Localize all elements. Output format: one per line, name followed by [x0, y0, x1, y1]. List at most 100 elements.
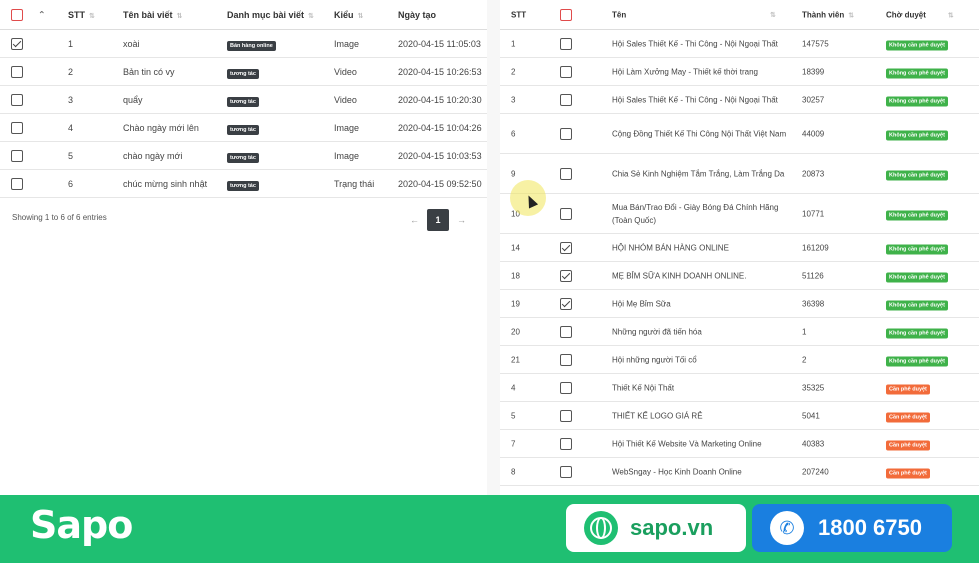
table-row[interactable]: 4 Thiết Kế Nội Thất 35325 Cần phê duyệt	[500, 374, 979, 402]
group-name[interactable]: WebSngay - Học Kinh Doanh Online	[612, 465, 787, 478]
row-stt: 2	[68, 66, 74, 77]
approval-status-badge: Không cần phê duyệt	[886, 68, 948, 78]
table-row[interactable]: 7 Hội Thiết Kế Website Và Marketing Onlin…	[500, 430, 979, 458]
row-checkbox[interactable]	[560, 93, 572, 106]
row-checkbox[interactable]	[11, 177, 23, 190]
screen: ⌃ STT ⇅ Tên bài viết ⇅ Danh mục bài viết ⇅ …	[0, 0, 979, 563]
row-stt: 7	[511, 439, 516, 448]
table-row[interactable]: 1 Hội Sales Thiết Kế - Thi Công - Nội Ngo…	[500, 30, 979, 58]
member-count: 18399	[802, 67, 825, 76]
row-checkbox[interactable]	[560, 381, 572, 394]
table-row[interactable]: 10 Mua Bán/Trao Đổi - Giày Bóng Đá Chính …	[500, 194, 979, 234]
sort-asc-icon[interactable]: ⌃	[38, 9, 46, 20]
row-date: 2020-04-15 10:04:26	[398, 122, 482, 133]
table-row[interactable]: 3 quẩy tương tác Video 2020-04-15 10:20:30	[0, 86, 487, 114]
groups-table-panel: STT Tên ⇅ Thành viên ⇅ Chờ duyệt ⇅ 1 Hội Sa…	[500, 0, 979, 495]
group-name[interactable]: Hội những người Tối cổ	[612, 353, 787, 366]
group-name[interactable]: HỘI NHÓM BÁN HÀNG ONLINE	[612, 241, 787, 254]
next-page-button[interactable]: →	[457, 215, 466, 225]
table-row[interactable]: 9 Chia Sẻ Kinh Nghiệm Tắm Trắng, Làm Trắn…	[500, 154, 979, 194]
group-name[interactable]: THIẾT KẾ LOGO GIÁ RẺ	[612, 409, 787, 422]
group-name[interactable]: Hội Sales Thiết Kế - Thi Công - Nội Ngoạ…	[612, 93, 787, 106]
table-row[interactable]: 5 THIẾT KẾ LOGO GIÁ RẺ 5041 Cần phê duyệt	[500, 402, 979, 430]
table-row[interactable]: 20 Những người đã tiến hóa 1 Không cần phê …	[500, 318, 979, 346]
header-name[interactable]: Tên	[612, 10, 626, 19]
member-count: 2	[802, 355, 807, 364]
row-checkbox[interactable]	[560, 65, 572, 78]
table-row[interactable]: 6 Cộng Đồng Thiết Kế Thi Công Nội Thất Vi…	[500, 114, 979, 154]
group-name[interactable]: Chia Sẻ Kinh Nghiệm Tắm Trắng, Làm Trắng…	[612, 167, 787, 180]
table-row[interactable]: 2 Bản tin có vy tương tác Video 2020-04-15 1…	[0, 58, 487, 86]
header-members[interactable]: Thành viên ⇅	[802, 10, 854, 19]
group-name[interactable]: Hội Làm Xưởng May - Thiết kế thời trang	[612, 65, 787, 78]
group-name[interactable]: Cộng Đồng Thiết Kế Thi Công Nội Thất Việ…	[612, 127, 787, 140]
table-row[interactable]: 4 Chào ngày mới lên tương tác Image 2020-04-…	[0, 114, 487, 142]
row-date: 2020-04-15 10:03:53	[398, 150, 482, 161]
group-name[interactable]: Hội Thiết Kế Website Và Marketing Online	[612, 437, 787, 450]
table-row[interactable]: 14 HỘI NHÓM BÁN HÀNG ONLINE 161209 Không cầ…	[500, 234, 979, 262]
category-badge: tương tác	[227, 180, 259, 191]
table-row[interactable]: 5 chào ngày mới tương tác Image 2020-04-15 1…	[0, 142, 487, 170]
row-title: chào ngày mới	[123, 150, 183, 161]
header-stt[interactable]: STT	[511, 10, 526, 19]
header-date[interactable]: Ngày tạo	[398, 10, 436, 20]
hotline-link[interactable]: ✆ 1800 6750	[752, 504, 952, 552]
row-stt: 20	[511, 327, 520, 336]
header-category[interactable]: Danh mục bài viết ⇅	[227, 10, 314, 20]
row-checkbox[interactable]	[560, 269, 572, 282]
row-checkbox[interactable]	[560, 207, 572, 220]
member-count: 36398	[802, 299, 825, 308]
select-all-checkbox[interactable]	[11, 8, 23, 21]
group-name[interactable]: Mua Bán/Trao Đổi - Giày Bóng Đá Chính Hã…	[612, 201, 787, 227]
row-checkbox[interactable]	[11, 65, 23, 78]
approval-status-badge: Cần phê duyệt	[886, 440, 930, 450]
row-checkbox[interactable]	[560, 167, 572, 180]
row-checkbox[interactable]	[560, 297, 572, 310]
row-date: 2020-04-15 10:26:53	[398, 66, 482, 77]
category-badge: tương tác	[227, 152, 259, 163]
row-checkbox[interactable]	[560, 241, 572, 254]
table-row[interactable]: 1 xoài Bán hàng online Image 2020-04-15 11:0…	[0, 30, 487, 58]
table-row[interactable]: 18 MẸ BỈM SỮA KINH DOANH ONLINE. 51126 Khôn…	[500, 262, 979, 290]
website-link[interactable]: sapo.vn	[566, 504, 746, 552]
prev-page-button[interactable]: ←	[410, 215, 419, 225]
row-checkbox[interactable]	[560, 353, 572, 366]
row-checkbox[interactable]	[560, 325, 572, 338]
header-approval[interactable]: Chờ duyệt ⇅	[886, 10, 954, 19]
group-name[interactable]: MẸ BỈM SỮA KINH DOANH ONLINE.	[612, 269, 787, 282]
row-stt: 14	[511, 243, 520, 252]
header-stt[interactable]: STT ⇅	[68, 10, 95, 20]
table-row[interactable]: 3 Hội Sales Thiết Kế - Thi Công - Nội Ngo…	[500, 86, 979, 114]
table-row[interactable]: 21 Hội những người Tối cổ 2 Không cần phê d…	[500, 346, 979, 374]
website-label: sapo.vn	[630, 515, 714, 540]
row-checkbox[interactable]	[11, 121, 23, 134]
page-1-button[interactable]: 1	[427, 209, 449, 231]
row-stt: 3	[68, 94, 74, 105]
table-row[interactable]: 8 WebSngay - Học Kinh Doanh Online 207240 C…	[500, 458, 979, 486]
select-all-checkbox[interactable]	[560, 8, 572, 21]
group-name[interactable]: Thiết Kế Nội Thất	[612, 381, 787, 394]
category-badge: tương tác	[227, 68, 259, 79]
group-name[interactable]: Những người đã tiến hóa	[612, 325, 787, 338]
row-type: Image	[334, 38, 360, 49]
row-checkbox[interactable]	[560, 409, 572, 422]
row-checkbox[interactable]	[560, 37, 572, 50]
row-checkbox[interactable]	[11, 149, 23, 162]
category-badge: tương tác	[227, 124, 259, 135]
group-name[interactable]: Hội Mẹ Bỉm Sữa	[612, 297, 787, 310]
group-name[interactable]: Hội Sales Thiết Kế - Thi Công - Nội Ngoạ…	[612, 37, 787, 50]
table-row[interactable]: 6 chúc mừng sinh nhật tương tác Trạng thái 2…	[0, 170, 487, 198]
row-title: quẩy	[123, 94, 143, 105]
header-title[interactable]: Tên bài viết ⇅	[123, 10, 182, 20]
category-badge: Bán hàng online	[227, 40, 276, 51]
header-type[interactable]: Kiểu ⇅	[334, 10, 363, 20]
sapo-logo: Sapo	[30, 503, 133, 547]
table-row[interactable]: 19 Hội Mẹ Bỉm Sữa 36398 Không cần phê duyệt	[500, 290, 979, 318]
sort-icon[interactable]: ⇅	[770, 11, 776, 19]
row-checkbox[interactable]	[11, 93, 23, 106]
row-checkbox[interactable]	[560, 437, 572, 450]
row-checkbox[interactable]	[560, 127, 572, 140]
row-checkbox[interactable]	[560, 465, 572, 478]
table-row[interactable]: 2 Hội Làm Xưởng May - Thiết kế thời trang…	[500, 58, 979, 86]
row-checkbox[interactable]	[11, 37, 23, 50]
